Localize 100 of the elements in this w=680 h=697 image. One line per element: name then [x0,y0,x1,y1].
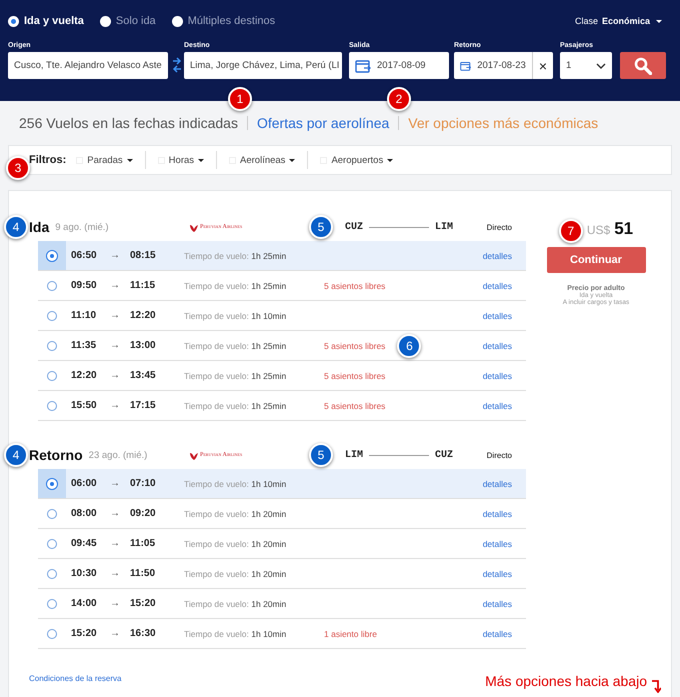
flight-row[interactable]: 15:50 → 17:15 Tiempo de vuelo: 1h 25min 5 asientos libres detalles [38,391,526,421]
filter-dropdown[interactable]: Aeropuertos [320,154,406,166]
annotation-marker: 1 [228,87,252,111]
radio-button[interactable] [47,508,57,518]
class-dropdown[interactable]: Clase Económica [574,16,662,26]
details-link[interactable]: detalles [482,508,512,518]
annotation-marker: 5 [309,443,333,467]
seats-left: 5 asientos libres [324,340,386,350]
departure-time: 08:00 [71,508,98,519]
departure-time: 06:00 [71,478,98,489]
input-field[interactable]: Lima, Jorge Chávez, Lima, Perú (LI [184,52,342,79]
continue-button[interactable]: Continuar [546,247,646,273]
arrival-time: 15:20 [130,598,157,609]
swap-icon [172,57,182,73]
arrival-time: 07:10 [130,478,157,489]
radio-button[interactable] [47,280,57,290]
flight-duration: Tiempo de vuelo: 1h 20min [184,568,288,578]
conditions-link[interactable]: Condiciones de la reserva [29,674,122,683]
section-title: Retorno [29,447,83,463]
arrival-time: 11:05 [130,538,156,549]
flight-row[interactable]: 12:20 → 13:45 Tiempo de vuelo: 1h 25min 5 asientos libres detalles [38,361,526,391]
flight-row[interactable]: 15:20 → 16:30 Tiempo de vuelo: 1h 10min 1 asiento libre detalles [38,619,526,649]
departure-time: 09:50 [71,280,98,291]
flight-row[interactable]: 11:35 → 13:00 Tiempo de vuelo: 1h 25min 5 asientos libres 6 detalles [38,331,526,361]
radio-button[interactable] [47,400,57,410]
input-field[interactable]: 2017-08-09 [349,52,449,79]
arrow-icon: → [105,568,125,579]
radio-button[interactable] [47,310,57,320]
arrow-icon: → [105,400,125,411]
airport-code: LIM [345,450,364,460]
filter-label: Filtros: [29,154,66,166]
arrival-time: 17:15 [130,400,157,411]
trip-type-radio[interactable]: Múltiples destinos [172,15,276,27]
arrow-icon: → [105,628,125,639]
flight-duration: Tiempo de vuelo: 1h 10min [184,310,288,320]
stops-label: Directo [486,222,512,232]
arrow-icon: → [105,478,125,489]
seats-left: 5 asientos libres [324,400,386,410]
departure-time: 15:20 [71,628,98,639]
details-link[interactable]: detalles [482,568,512,578]
flight-duration: Tiempo de vuelo: 1h 20min [184,598,288,608]
flight-duration: Tiempo de vuelo: 1h 25min [184,400,288,410]
details-link[interactable]: detalles [482,280,512,290]
departure-time: 09:45 [71,538,98,549]
details-link[interactable]: detalles [482,310,512,320]
flight-row[interactable]: 09:50 → 11:15 Tiempo de vuelo: 1h 25min 5 asientos libres detalles [38,271,526,301]
offers-link[interactable]: Ofertas por aerolínea [256,115,390,131]
arrow-icon: → [105,370,125,381]
flight-row[interactable]: 10:30 → 11:50 Tiempo de vuelo: 1h 20min detalles [38,559,526,589]
radio-button[interactable] [47,598,57,608]
arrival-time: 16:30 [130,628,157,639]
details-link[interactable]: detalles [482,340,512,350]
input-field[interactable]: 2017-08-23 × [454,52,553,79]
flight-row[interactable]: 08:00 → 09:20 Tiempo de vuelo: 1h 20min detalles [38,499,526,529]
flight-duration: Tiempo de vuelo: 1h 20min [184,508,288,518]
flight-row[interactable]: 06:50 → 08:15 Tiempo de vuelo: 1h 25min detalles [38,241,526,271]
flight-row[interactable]: 11:10 → 12:20 Tiempo de vuelo: 1h 10min detalles [38,301,526,331]
arrow-icon: → [105,598,125,609]
flight-duration: Tiempo de vuelo: 1h 25min [184,370,288,380]
stops-label: Directo [486,450,512,460]
arrow-down-icon [651,679,661,693]
flight-duration: Tiempo de vuelo: 1h 25min [184,280,288,290]
details-link[interactable]: detalles [482,628,512,638]
arrow-icon: → [105,250,125,261]
flight-duration: Tiempo de vuelo: 1h 10min [184,478,288,488]
flight-row[interactable]: 09:45 → 11:05 Tiempo de vuelo: 1h 20min detalles [38,529,526,559]
arrival-time: 09:20 [130,508,157,519]
filter-dropdown[interactable]: Paradas [76,154,145,166]
airport-code: LIM [435,222,454,232]
seats-left: 5 asientos libres [324,370,386,380]
radio-button[interactable] [47,538,57,548]
input-field[interactable]: 1 [560,52,612,79]
departure-time: 11:35 [71,340,98,351]
radio-button[interactable] [47,568,57,578]
radio-button[interactable] [47,628,57,638]
departure-time: 15:50 [71,400,98,411]
flight-row[interactable]: 06:00 → 07:10 Tiempo de vuelo: 1h 10min detalles [38,469,526,499]
input-field[interactable]: Cusco, Tte. Alejandro Velasco Aste [8,52,168,79]
radio-button[interactable] [47,370,57,380]
calendar-icon [355,58,371,72]
filter-dropdown[interactable]: Horas [158,154,216,166]
arrow-icon: → [105,280,125,291]
arrow-icon: → [105,340,125,351]
details-link[interactable]: detalles [482,538,512,548]
results-count: 256 Vuelos en las fechas indicadas [19,115,238,131]
seats-left: 1 asiento libre [324,628,377,638]
details-link[interactable]: detalles [482,370,512,380]
details-link[interactable]: detalles [482,598,512,608]
search-button[interactable] [620,52,666,79]
flight-row[interactable]: 14:00 → 15:20 Tiempo de vuelo: 1h 20min detalles [38,589,526,619]
clear-button[interactable]: × [532,52,547,79]
details-link[interactable]: detalles [482,400,512,410]
annotation-marker: 7 [558,219,583,243]
filter-dropdown[interactable]: Aerolíneas [229,154,308,166]
trip-type-radio[interactable]: Solo ida [100,15,156,27]
details-link[interactable]: detalles [482,250,512,260]
annotation-marker: 3 [6,156,30,180]
details-link[interactable]: detalles [482,478,512,488]
trip-type-radio[interactable]: Ida y vuelta [8,15,84,27]
radio-button[interactable] [47,340,57,350]
